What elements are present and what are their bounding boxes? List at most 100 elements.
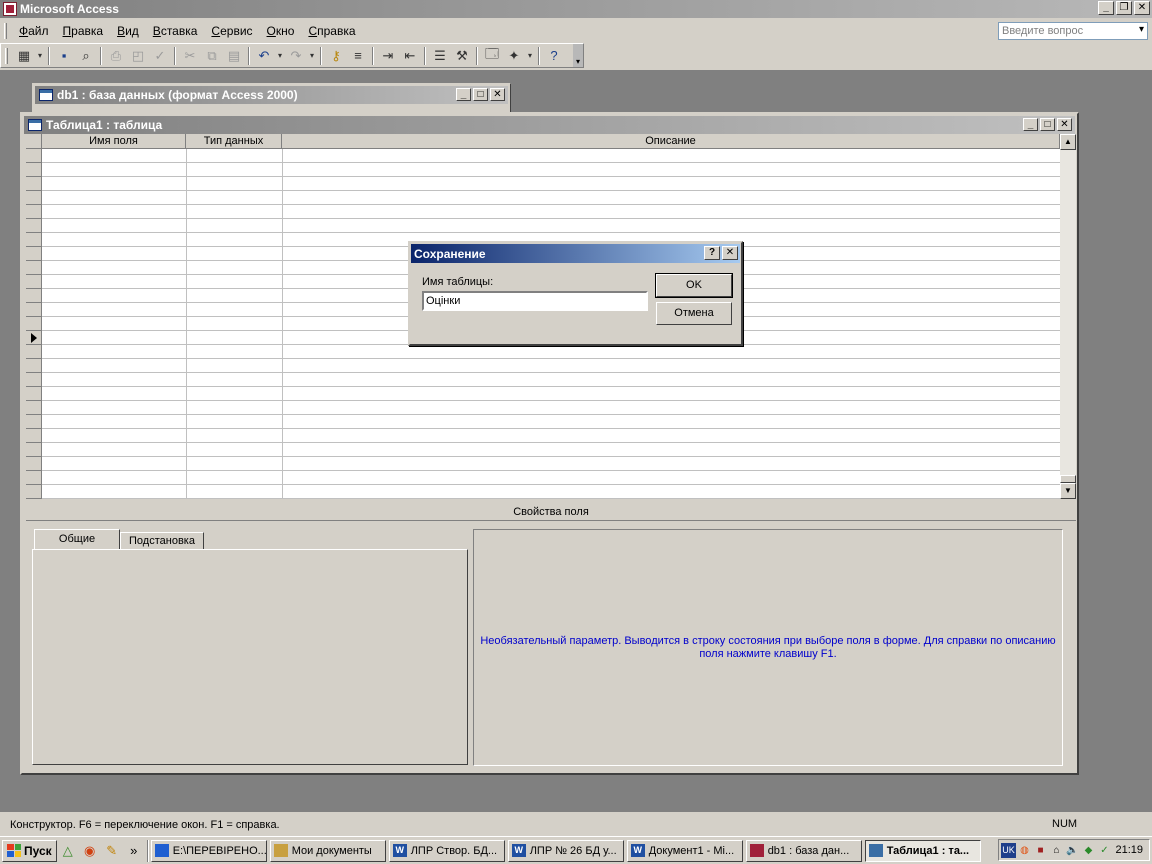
menu-file[interactable]: Файл xyxy=(12,24,56,38)
db-close-button[interactable]: ✕ xyxy=(490,88,505,101)
delete-rows-icon[interactable]: ⇤ xyxy=(399,46,421,66)
insert-rows-icon[interactable]: ⇥ xyxy=(377,46,399,66)
tray-network-icon[interactable]: ⌂ xyxy=(1049,843,1064,858)
current-row-selector[interactable] xyxy=(26,331,42,345)
menu-grip[interactable] xyxy=(4,23,7,39)
table-name-input[interactable] xyxy=(422,291,648,311)
build-icon[interactable]: ⚒ xyxy=(451,46,473,66)
view-dropdown-icon[interactable]: ▾ xyxy=(35,51,45,60)
scroll-up-icon[interactable]: ▲ xyxy=(1060,134,1076,150)
database-window-icon[interactable]: 🗔 xyxy=(481,46,503,66)
toolbar-grip[interactable] xyxy=(5,47,8,64)
task-word-doc-1[interactable]: W ЛПР Створ. БД... xyxy=(388,839,505,862)
cancel-button[interactable]: Отмена xyxy=(656,302,732,325)
row-selector[interactable] xyxy=(26,191,42,205)
row-selector[interactable] xyxy=(26,485,42,499)
task-explorer-folder[interactable]: E:\ПЕРЕВІРЕНО... xyxy=(150,839,267,862)
menu-help[interactable]: Справка xyxy=(301,24,362,38)
new-object-dropdown-icon[interactable]: ▾ xyxy=(525,51,535,60)
menu-tools[interactable]: Сервис xyxy=(204,24,259,38)
redo-dropdown-icon[interactable]: ▾ xyxy=(307,51,317,60)
undo-icon[interactable]: ↶ xyxy=(253,46,275,66)
row-selector[interactable] xyxy=(26,247,42,261)
task-word-doc-2[interactable]: W ЛПР № 26 БД у... xyxy=(507,839,624,862)
table-window-titlebar[interactable]: Таблица1 : таблица _ □ ✕ xyxy=(24,116,1075,134)
language-indicator[interactable]: UK xyxy=(1001,842,1016,858)
row-selector[interactable] xyxy=(26,303,42,317)
row-selector[interactable] xyxy=(26,149,42,163)
row-selector[interactable] xyxy=(26,317,42,331)
print-preview-icon[interactable]: ◰ xyxy=(127,46,149,66)
tab-general[interactable]: Общие xyxy=(34,529,120,550)
volume-icon[interactable]: 🔈 xyxy=(1065,843,1080,858)
row-selector[interactable] xyxy=(26,275,42,289)
row-selector[interactable] xyxy=(26,401,42,415)
row-selector[interactable] xyxy=(26,415,42,429)
task-table-window[interactable]: Таблица1 : та... xyxy=(864,839,981,862)
ok-button[interactable]: OK xyxy=(655,273,733,298)
tray-display-icon[interactable]: ◆ xyxy=(1081,843,1096,858)
print-icon[interactable]: ⎙ xyxy=(105,46,127,66)
table-minimize-button[interactable]: _ xyxy=(1023,118,1038,131)
menu-view[interactable]: Вид xyxy=(110,24,146,38)
db-minimize-button[interactable]: _ xyxy=(456,88,471,101)
copy-icon[interactable]: ⧉ xyxy=(201,46,223,66)
task-my-documents[interactable]: Мои документы xyxy=(269,839,386,862)
database-window-titlebar[interactable]: db1 : база данных (формат Access 2000) _… xyxy=(35,86,508,104)
tab-lookup[interactable]: Подстановка xyxy=(120,532,204,550)
save-icon[interactable]: ▪ xyxy=(53,46,75,66)
grid-corner[interactable] xyxy=(26,134,42,149)
row-selector[interactable] xyxy=(26,233,42,247)
task-word-doc-3[interactable]: W Документ1 - Mi... xyxy=(626,839,743,862)
ask-question-box[interactable]: Введите вопрос xyxy=(998,22,1148,40)
search-icon[interactable]: ⌕ xyxy=(75,46,97,66)
clock[interactable]: 21:19 xyxy=(1115,844,1143,856)
row-selector[interactable] xyxy=(26,471,42,485)
restore-button[interactable]: ❐ xyxy=(1116,1,1132,15)
grid-vertical-scrollbar[interactable]: ▲ ▼ xyxy=(1060,134,1076,499)
db-maximize-button[interactable]: □ xyxy=(473,88,488,101)
quicklaunch-tool-icon[interactable]: ✎ xyxy=(101,840,123,862)
access-app-icon[interactable] xyxy=(3,2,17,16)
close-button[interactable]: ✕ xyxy=(1134,1,1150,15)
menu-insert[interactable]: Вставка xyxy=(146,24,205,38)
database-window[interactable]: db1 : база данных (формат Access 2000) _… xyxy=(32,83,511,113)
tray-app-icon[interactable]: ◍ xyxy=(1017,843,1032,858)
menu-edit[interactable]: Правка xyxy=(56,24,111,38)
tray-sync-icon[interactable]: ✓ xyxy=(1097,843,1112,858)
toolbar-options-icon[interactable]: ▾ xyxy=(573,44,583,67)
row-selector[interactable] xyxy=(26,289,42,303)
quicklaunch-more-icon[interactable]: » xyxy=(123,840,145,862)
scroll-thumb[interactable] xyxy=(1060,475,1076,483)
quicklaunch-drive-icon[interactable]: △ xyxy=(57,840,79,862)
paste-icon[interactable]: ▤ xyxy=(223,46,245,66)
dialog-help-button[interactable]: ? xyxy=(704,246,720,260)
spelling-icon[interactable]: ✓ xyxy=(149,46,171,66)
dialog-close-button[interactable]: ✕ xyxy=(722,246,738,260)
start-button[interactable]: Пуск xyxy=(2,839,57,862)
save-dialog-titlebar[interactable]: Сохранение ? ✕ xyxy=(411,244,740,263)
row-selector[interactable] xyxy=(26,177,42,191)
quicklaunch-browser-icon[interactable]: ◉ xyxy=(79,840,101,862)
row-selector[interactable] xyxy=(26,429,42,443)
table-close-button[interactable]: ✕ xyxy=(1057,118,1072,131)
scroll-down-icon[interactable]: ▼ xyxy=(1060,483,1076,499)
row-selector[interactable] xyxy=(26,443,42,457)
properties-icon[interactable]: ☰ xyxy=(429,46,451,66)
row-selector[interactable] xyxy=(26,261,42,275)
row-selector[interactable] xyxy=(26,359,42,373)
menu-window[interactable]: Окно xyxy=(260,24,302,38)
view-icon[interactable]: ▦ xyxy=(13,46,35,66)
minimize-button[interactable]: _ xyxy=(1098,1,1114,15)
row-selector[interactable] xyxy=(26,387,42,401)
undo-dropdown-icon[interactable]: ▾ xyxy=(275,51,285,60)
row-selector[interactable] xyxy=(26,205,42,219)
new-object-icon[interactable]: ✦ xyxy=(503,46,525,66)
redo-icon[interactable]: ↷ xyxy=(285,46,307,66)
row-selector[interactable] xyxy=(26,219,42,233)
primary-key-icon[interactable]: ⚷ xyxy=(325,46,347,66)
tray-security-icon[interactable]: ■ xyxy=(1033,843,1048,858)
row-selector[interactable] xyxy=(26,163,42,177)
row-selector[interactable] xyxy=(26,457,42,471)
table-maximize-button[interactable]: □ xyxy=(1040,118,1055,131)
